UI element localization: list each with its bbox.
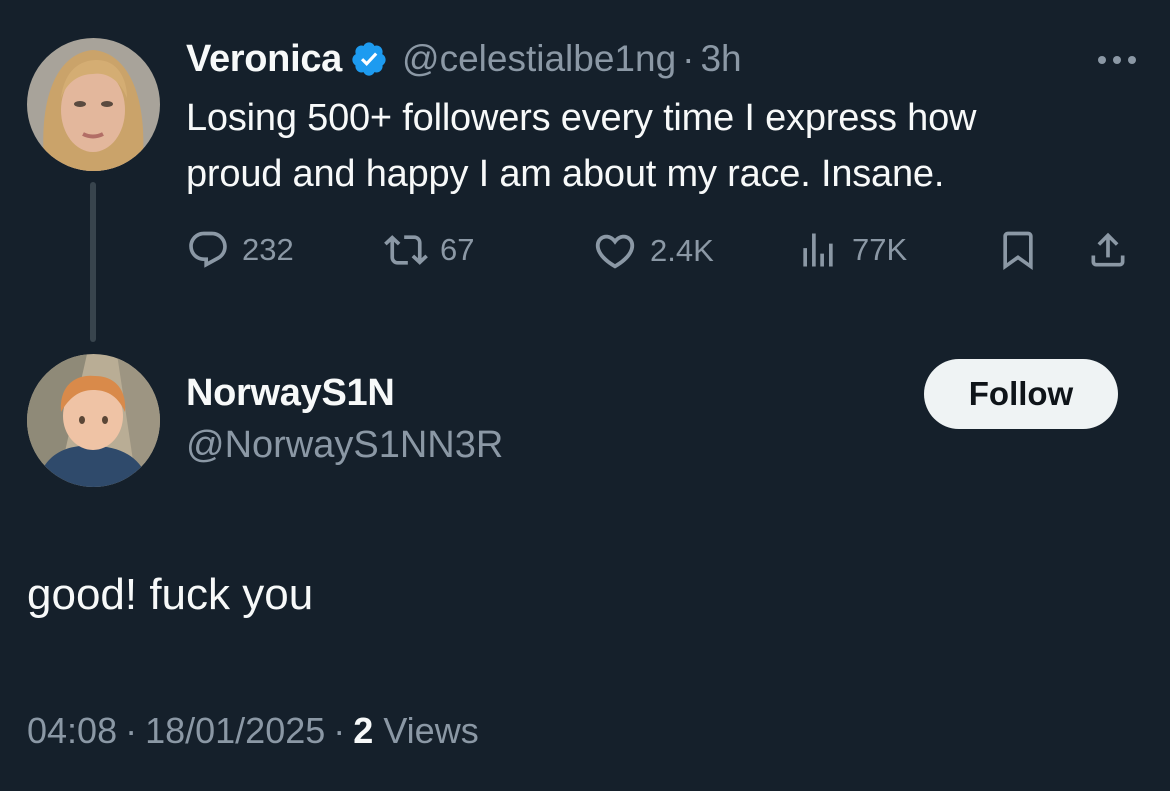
like-button[interactable]: 2.4K	[592, 228, 714, 274]
tweet-header: Veronica @celestialbe1ng · 3h	[186, 34, 742, 84]
tweet-time[interactable]: 3h	[700, 38, 741, 80]
repost-icon	[384, 228, 428, 272]
tweet-text-line-2: proud and happy I am about my race. Insa…	[186, 153, 945, 195]
tweet-actions: 232 67 2.4K 77K	[186, 228, 1136, 278]
like-count: 2.4K	[650, 233, 714, 268]
post-date[interactable]: 18/01/2025	[145, 710, 325, 752]
analytics-icon	[796, 228, 840, 272]
reply-icon	[186, 228, 230, 272]
reply-display-name[interactable]: NorwayS1N	[186, 372, 395, 415]
reply-count: 232	[242, 232, 294, 267]
meta-separator-2: ·	[333, 710, 346, 751]
reply-button[interactable]: 232	[186, 228, 294, 272]
separator: ·	[682, 38, 695, 79]
verified-badge-icon	[350, 40, 388, 78]
meta-separator-1: ·	[125, 710, 138, 751]
follow-button[interactable]: Follow	[924, 359, 1118, 429]
tweet-text: Losing 500+ followers every time I expre…	[186, 90, 1156, 202]
avatar-veronica[interactable]	[27, 38, 160, 171]
views-count: 77K	[852, 232, 908, 267]
bookmark-button[interactable]	[996, 228, 1040, 272]
post-time[interactable]: 04:08	[27, 710, 117, 752]
more-options-icon[interactable]	[1094, 50, 1140, 70]
tweet-text-line-1: Losing 500+ followers every time I expre…	[186, 97, 977, 139]
reply-user-handle[interactable]: @NorwayS1NN3R	[186, 424, 503, 467]
repost-button[interactable]: 67	[384, 228, 474, 272]
views-label: Views	[383, 710, 479, 751]
share-button[interactable]	[1086, 228, 1130, 272]
bookmark-icon	[996, 228, 1040, 272]
views-number: 2	[353, 710, 374, 751]
reply-tweet-text: good! fuck you	[27, 570, 314, 619]
display-name[interactable]: Veronica	[186, 38, 342, 81]
avatar-norways1n[interactable]	[27, 354, 160, 487]
thread-connector-line	[90, 182, 96, 342]
repost-count: 67	[440, 232, 475, 267]
heart-icon	[592, 228, 638, 274]
views-button[interactable]: 77K	[796, 228, 907, 272]
share-icon	[1086, 228, 1130, 272]
user-handle[interactable]: @celestialbe1ng	[402, 38, 676, 80]
tweet-metadata: 04:08 · 18/01/2025 · 2 Views	[27, 710, 479, 752]
